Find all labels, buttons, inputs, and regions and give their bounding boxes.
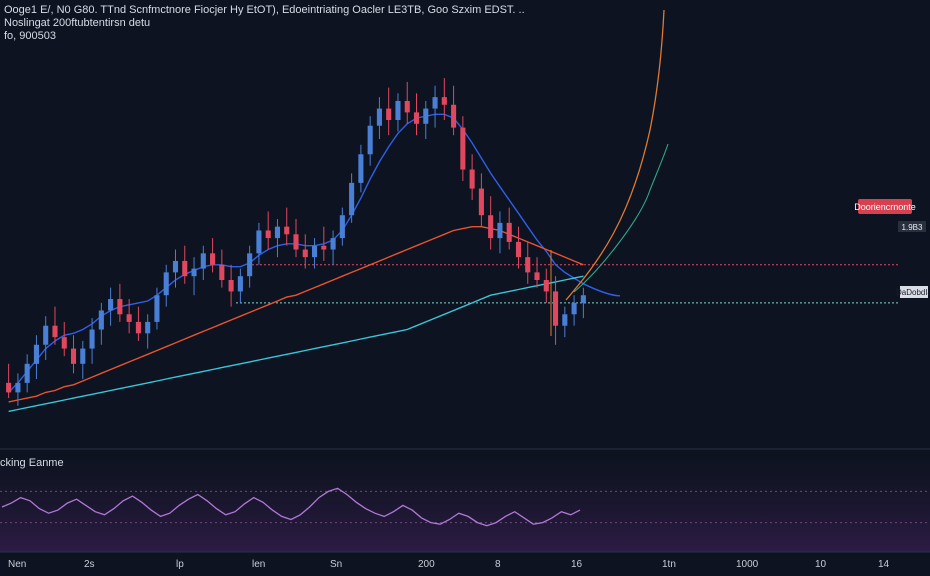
candle-body xyxy=(432,97,438,109)
candle-body xyxy=(33,344,39,364)
current-price-axis-label: 1.9B3 xyxy=(898,221,926,232)
current-price-axis-text: 1.9B3 xyxy=(902,223,923,232)
candle-body xyxy=(506,222,512,242)
time-axis-label: 14 xyxy=(878,559,890,570)
time-axis-label: 1000 xyxy=(736,559,759,570)
candle-body xyxy=(413,112,420,124)
current-price-badge[interactable]: Dooriencrnonte xyxy=(854,199,916,214)
candle-body xyxy=(191,268,197,277)
candle-body xyxy=(135,321,141,334)
candle-body xyxy=(478,188,484,216)
candle-body xyxy=(200,253,206,269)
candle-body xyxy=(6,382,12,393)
time-axis-label: 8 xyxy=(495,559,501,570)
candle-body xyxy=(274,226,281,239)
candle-body xyxy=(553,291,559,326)
candle-body xyxy=(460,127,466,170)
candle-body xyxy=(525,257,531,273)
candle-body xyxy=(210,253,216,265)
candle-body xyxy=(441,97,447,105)
candle-body xyxy=(515,241,522,258)
candle-body xyxy=(145,321,151,334)
candle-body xyxy=(534,272,540,280)
header-line-1: Ooge1 E/, N0 G80. TTnd Scnfmctnore Fiocj… xyxy=(4,4,525,16)
candle-body xyxy=(228,280,234,292)
header-line-3: fo, 900503 xyxy=(4,30,56,42)
candle-body xyxy=(497,222,503,239)
candle-body xyxy=(265,230,271,239)
candle-body xyxy=(43,325,49,345)
candle-body xyxy=(404,100,410,113)
candle-body xyxy=(358,154,364,183)
time-axis-label: Sn xyxy=(330,559,342,570)
candle-body xyxy=(126,314,132,322)
trading-chart[interactable]: Ooge1 E/, N0 G80. TTnd Scnfmctnore Fiocj… xyxy=(0,0,930,576)
candle-body xyxy=(543,280,549,292)
candle-body xyxy=(70,348,77,364)
candle-body xyxy=(339,215,345,239)
candle-body xyxy=(293,234,299,250)
candle-body xyxy=(562,314,568,326)
candle-body xyxy=(61,337,67,349)
candle-body xyxy=(172,260,179,273)
candle-body xyxy=(330,238,336,250)
candle-body xyxy=(321,245,327,250)
candle-body xyxy=(256,230,262,254)
candle-body xyxy=(349,182,355,216)
candle-body xyxy=(219,264,225,280)
candle-body xyxy=(302,249,308,258)
candle-body xyxy=(580,295,586,303)
indicator-title: cking Eanme xyxy=(0,457,64,469)
time-axis-label: len xyxy=(252,559,265,570)
candle-body xyxy=(117,299,123,315)
time-axis-label: 10 xyxy=(815,559,827,570)
header-line-2: Noslingat 200ftubtentirsn detu xyxy=(4,17,150,29)
candle-body xyxy=(247,253,253,277)
candle-body xyxy=(376,108,382,126)
candle-body xyxy=(488,215,494,239)
candle-body xyxy=(395,100,401,120)
time-axis-label: lp xyxy=(176,559,184,570)
current-price-badge-label: Dooriencrnonte xyxy=(854,202,916,212)
candle-body xyxy=(163,272,169,296)
candle-body xyxy=(386,108,392,120)
secondary-price-axis-text: DaDobdIa xyxy=(896,288,930,297)
candle-body xyxy=(108,299,114,311)
candle-body xyxy=(237,276,243,292)
time-axis-label: 200 xyxy=(418,559,435,570)
secondary-price-axis-label: DaDobdIa xyxy=(896,286,930,298)
candle-body xyxy=(284,226,290,235)
candle-body xyxy=(451,104,457,128)
candle-body xyxy=(24,363,30,383)
indicator-pane-background xyxy=(0,452,930,552)
candle-body xyxy=(311,245,318,258)
time-axis-label: 16 xyxy=(571,559,583,570)
candle-body xyxy=(571,302,577,315)
chart-canvas[interactable]: Ooge1 E/, N0 G80. TTnd Scnfmctnore Fiocj… xyxy=(0,0,930,576)
candle-body xyxy=(89,329,95,349)
candle-body xyxy=(469,169,475,189)
candle-body xyxy=(80,348,86,364)
candle-body xyxy=(52,325,58,338)
time-axis-label: 1tn xyxy=(662,559,676,570)
candle-body xyxy=(98,310,104,330)
time-axis-label: 2s xyxy=(84,559,95,570)
candle-body xyxy=(154,295,160,322)
time-axis-label: Nen xyxy=(8,559,26,570)
candle-body xyxy=(367,125,373,155)
candle-body xyxy=(423,108,429,124)
candle-body xyxy=(15,382,21,393)
candle-body xyxy=(182,260,188,277)
